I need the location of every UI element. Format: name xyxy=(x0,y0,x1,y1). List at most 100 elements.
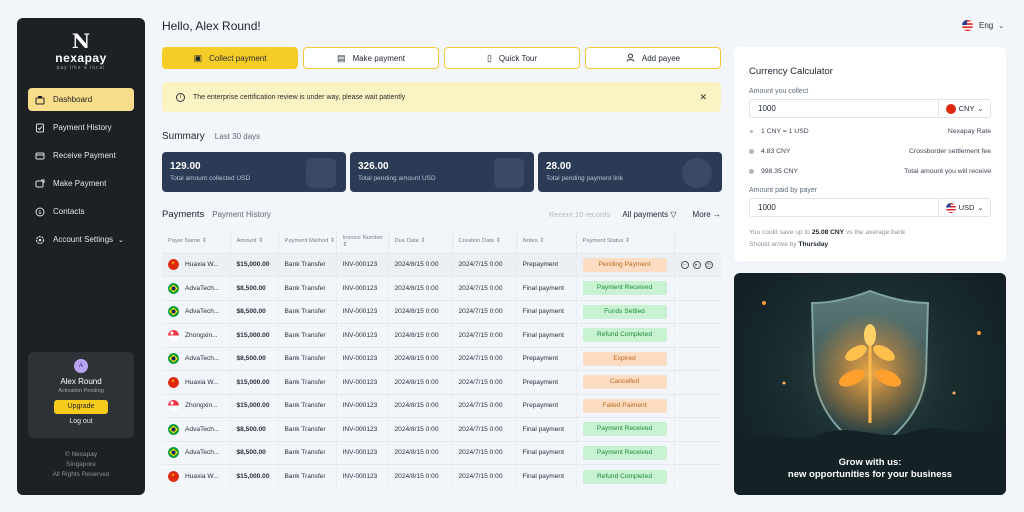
payment-history-link[interactable]: Payment History xyxy=(212,210,271,219)
column-label: Payment Method xyxy=(284,238,329,245)
recent-records-label: Recent 10 records xyxy=(549,210,611,219)
user-icon xyxy=(626,53,635,64)
bullet-icon xyxy=(749,148,754,154)
sidebar-item-label: Payment History xyxy=(53,123,112,132)
paid-amount-field[interactable]: 1000 USD ⌄ xyxy=(749,198,991,217)
avatar[interactable]: A xyxy=(74,359,88,373)
cell-notes: Prepayment xyxy=(516,370,577,394)
sidebar-item-label: Account Settings xyxy=(53,235,114,244)
cell-amount: $8,500.00 xyxy=(230,346,279,371)
wallet-icon xyxy=(306,158,336,188)
collect-payment-button[interactable]: ▣ Collect payment xyxy=(162,47,298,69)
sidebar-item-make-payment[interactable]: Make Payment xyxy=(28,172,134,195)
table-row[interactable]: AdvaTech... $8,500.00 Bank Transfer INV-000… xyxy=(162,276,721,300)
cell-operations xyxy=(674,299,721,324)
cell-amount: $8,500.00 xyxy=(230,440,279,465)
cell-due-date: 2024/8/15 0:00 xyxy=(388,299,453,324)
column-label: Payer Name xyxy=(168,238,201,245)
col-due-date[interactable]: Due Date ⇕ xyxy=(388,231,453,253)
sidebar-item-label: Make Payment xyxy=(53,179,107,188)
column-label: Payment Status xyxy=(582,238,624,245)
col-payment-status[interactable]: Payment Status ⇕ xyxy=(576,231,675,253)
add-payee-button[interactable]: Add payee xyxy=(585,47,721,69)
filter-label: All payments xyxy=(622,210,669,219)
close-icon[interactable]: ✕ xyxy=(699,92,707,103)
col-creation-date[interactable]: Creation Date ⇕ xyxy=(452,231,517,253)
col-operations xyxy=(674,231,721,253)
table-row[interactable]: ★ Huaxia W... $15,000.00 Bank Transfer INV-0… xyxy=(162,252,721,277)
table-row[interactable]: Zhongxin... $15,000.00 Bank Transfer INV-00… xyxy=(162,393,721,418)
sidebar-item-payment-history[interactable]: Payment History xyxy=(28,116,134,139)
col-payer-name[interactable]: Payer Name ⇕ xyxy=(162,231,231,253)
table-row[interactable]: AdvaTech... $8,500.00 Bank Transfer INV-000… xyxy=(162,346,721,371)
collect-currency-select[interactable]: CNY ⌄ xyxy=(938,100,990,117)
table-row[interactable]: Zhongxin... $15,000.00 Bank Transfer INV-00… xyxy=(162,323,721,347)
column-label: Creation Date xyxy=(458,238,495,245)
upgrade-button[interactable]: Upgrade xyxy=(54,400,108,414)
column-label: Due Date xyxy=(394,238,420,245)
col-invoice-number[interactable]: Invoice Number ⇕ xyxy=(336,231,389,253)
br-flag-icon xyxy=(168,282,179,294)
send-money-icon: ▤ xyxy=(337,52,346,63)
cell-invoice: INV-000123 xyxy=(336,393,389,418)
table-row[interactable]: ★ Huaxia W... $15,000.00 Bank Transfer INV-0… xyxy=(162,464,721,488)
payments-filter[interactable]: All payments ▽ xyxy=(622,210,676,219)
summary-card-links: 28.00 Total pending payment link xyxy=(538,152,722,192)
sidebar-item-label: Dashboard xyxy=(53,95,93,104)
play-circle-icon[interactable]: ▸ xyxy=(692,260,701,269)
logout-link[interactable]: Log out xyxy=(28,418,134,425)
svg-text:★: ★ xyxy=(171,472,175,477)
collect-amount-value: 1000 xyxy=(758,104,776,113)
cell-due-date: 2024/8/15 0:00 xyxy=(388,393,453,418)
us-flag-icon xyxy=(962,20,973,31)
summary-title: Summary xyxy=(162,131,205,142)
language-selector[interactable]: Eng ⌄ xyxy=(962,20,1004,31)
cell-payer: AdvaTech... xyxy=(162,417,231,441)
make-payment-button[interactable]: ▤ Make payment xyxy=(303,47,439,69)
us-flag-icon xyxy=(945,202,956,213)
col-payment-method[interactable]: Payment Method ⇕ xyxy=(278,231,337,253)
cell-status: Failed Paiment xyxy=(576,393,675,418)
cell-due-date: 2024/8/15 0:00 xyxy=(388,440,453,465)
cell-payer: Zhongxin... xyxy=(162,323,231,347)
minus-circle-icon[interactable]: – xyxy=(680,260,689,269)
cell-invoice: INV-000123 xyxy=(336,440,389,465)
copyright-line: All Rights Reserved xyxy=(52,471,110,478)
table-row[interactable]: AdvaTech... $8,500.00 Bank Transfer INV-000… xyxy=(162,417,721,441)
paid-amount-value: 1000 xyxy=(758,203,776,212)
br-flag-icon xyxy=(168,353,179,365)
svg-text:★: ★ xyxy=(171,260,175,265)
cell-due-date: 2024/8/15 0:00 xyxy=(388,323,453,347)
cell-operations xyxy=(674,417,721,441)
more-link[interactable]: More → xyxy=(693,210,721,219)
cell-amount: $8,500.00 xyxy=(230,299,279,324)
cell-method: Bank Transfer xyxy=(278,393,337,418)
table-row[interactable]: AdvaTech... $8,500.00 Bank Transfer INV-000… xyxy=(162,299,721,324)
cell-amount: $15,000.00 xyxy=(230,323,279,347)
sidebar-item-account-settings[interactable]: Account Settings ⌄ xyxy=(28,228,134,251)
col-amount[interactable]: Amount ⇕ xyxy=(230,231,279,253)
sidebar-item-contacts[interactable]: $ Contacts xyxy=(28,200,134,223)
cell-due-date: 2024/8/15 0:00 xyxy=(388,464,453,488)
cell-method: Bank Transfer xyxy=(278,464,337,488)
col-notes[interactable]: Notes ⇕ xyxy=(516,231,577,253)
sidebar-item-dashboard[interactable]: Dashboard xyxy=(28,88,134,111)
cell-creation-date: 2024/7/15 0:00 xyxy=(452,417,517,441)
cell-invoice: INV-000123 xyxy=(336,464,389,488)
sidebar-item-receive-payment[interactable]: Receive Payment xyxy=(28,144,134,167)
table-row[interactable]: AdvaTech... $8,500.00 Bank Transfer INV-000… xyxy=(162,440,721,465)
arrive-pre: Should arrive by xyxy=(749,241,797,248)
button-label: Collect payment xyxy=(209,53,267,63)
collect-amount-field[interactable]: 1000 CNY ⌄ xyxy=(749,99,991,118)
clock-icon[interactable]: ◷ xyxy=(704,260,713,269)
sidebar: N nexapay pay like a local Dashboard Pay… xyxy=(17,18,145,495)
logo[interactable]: N nexapay pay like a local xyxy=(17,30,145,72)
paid-currency-select[interactable]: USD ⌄ xyxy=(938,199,990,216)
column-label: Notes xyxy=(522,238,538,245)
svg-text:$: $ xyxy=(38,210,41,216)
promo-banner[interactable]: Grow with us: new opportunities for your… xyxy=(734,273,1006,495)
table-row[interactable]: ★ Huaxia W... $15,000.00 Bank Transfer INV-0… xyxy=(162,370,721,394)
br-flag-icon xyxy=(168,423,179,435)
cell-status: Pending Payment xyxy=(576,252,675,277)
quick-tour-button[interactable]: ▯ Quick Tour xyxy=(444,47,580,69)
